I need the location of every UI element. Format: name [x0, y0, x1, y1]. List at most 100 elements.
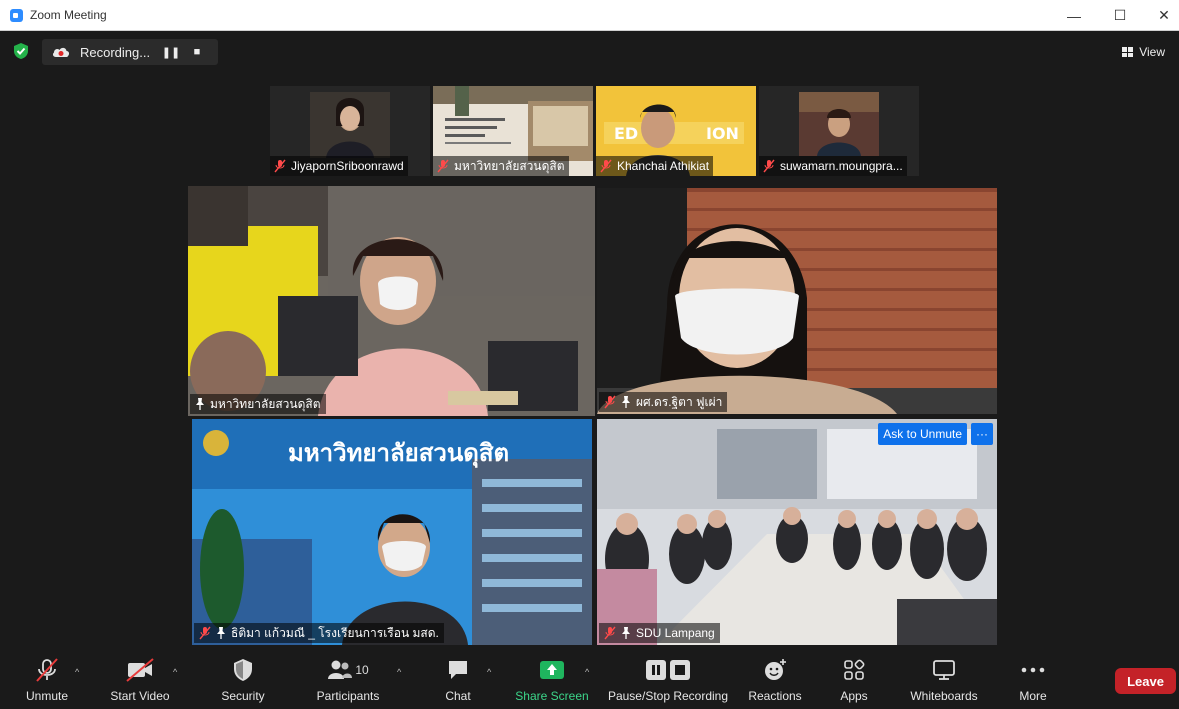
encryption-shield-icon[interactable]	[12, 42, 30, 60]
unmute-button[interactable]: Unmute	[18, 651, 76, 709]
participant-video	[597, 419, 997, 645]
svg-text:ION: ION	[706, 124, 739, 143]
tile-name-label: SDU Lampang	[599, 623, 720, 643]
pin-icon	[622, 396, 630, 408]
mic-muted-icon	[600, 159, 612, 173]
security-label: Security	[221, 689, 265, 703]
chat-bubble-icon	[449, 661, 467, 679]
pause-stop-recording-button[interactable]: Pause/Stop Recording	[606, 651, 730, 709]
maximize-button[interactable]: ☐	[1097, 0, 1143, 31]
participant-video	[188, 186, 595, 416]
tile-more-options-button[interactable]: ···	[971, 423, 993, 445]
participants-button[interactable]: 10 Participants	[312, 651, 384, 709]
participant-name: Khanchai Athikiat	[617, 159, 710, 173]
mic-muted-icon	[274, 159, 286, 173]
thumbnail-tile[interactable]: มหาวิทยาลัยสวนดุสิต	[433, 86, 593, 176]
pin-icon	[196, 398, 204, 410]
svg-text:ED: ED	[614, 124, 638, 143]
whiteboards-button[interactable]: Whiteboards	[902, 651, 986, 709]
participant-video	[597, 188, 997, 414]
whiteboard-icon	[933, 660, 955, 680]
video-camera-off-icon	[126, 658, 154, 682]
ask-to-unmute-button[interactable]: Ask to Unmute	[878, 423, 967, 445]
mic-muted-icon	[199, 626, 211, 640]
chat-options-caret[interactable]: ^	[487, 667, 491, 677]
microphone-muted-icon	[36, 658, 58, 682]
participant-name: ผศ.ดร.ฐิตา ฟูเผ่า	[636, 394, 723, 409]
view-button[interactable]: View	[1116, 41, 1171, 63]
zoom-app-icon	[10, 9, 23, 22]
tile-name-label: มหาวิทยาลัยสวนดุสิต	[190, 394, 326, 414]
pause-stop-recording-label: Pause/Stop Recording	[607, 689, 729, 703]
meeting-top-strip: Recording... ❚❚ ■ View	[0, 31, 1179, 71]
apps-label: Apps	[840, 689, 868, 703]
video-tile[interactable]: มหาวิทยาลัยสวนดุสิต ธิติมา แก้วมณี _ โรง…	[192, 419, 592, 645]
cloud-recording-icon	[52, 47, 70, 57]
mic-muted-icon	[604, 626, 616, 640]
window-title: Zoom Meeting	[30, 8, 107, 22]
thumbnail-tile[interactable]: JiyapornSriboonrawd	[270, 86, 430, 176]
participants-options-caret[interactable]: ^	[397, 667, 401, 677]
participants-label: Participants	[316, 689, 380, 703]
participant-name: มหาวิทยาลัยสวนดุสิต	[454, 158, 565, 173]
participant-name: JiyapornSriboonrawd	[291, 159, 404, 173]
recording-label: Recording...	[80, 44, 151, 60]
video-tile[interactable]: Ask to Unmute ··· SDU Lampang	[597, 419, 997, 645]
more-dots-icon	[1021, 667, 1045, 673]
view-label: View	[1139, 45, 1165, 59]
unmute-label: Unmute	[25, 689, 69, 703]
more-button[interactable]: More	[1012, 651, 1054, 709]
share-screen-icon	[540, 661, 564, 679]
pause-stop-recording-icon	[646, 660, 690, 680]
pin-icon	[217, 627, 225, 639]
pin-icon	[622, 627, 630, 639]
leave-meeting-button[interactable]: Leave	[1115, 668, 1176, 694]
title-bar: Zoom Meeting — ☐ ✕	[0, 0, 1179, 31]
mic-muted-icon	[763, 159, 775, 173]
thumbnail-name-label: JiyapornSriboonrawd	[270, 156, 408, 176]
recording-indicator: Recording... ❚❚ ■	[42, 39, 218, 65]
thumbnail-tile[interactable]: suwamarn.moungpra...	[759, 86, 919, 176]
participants-count: 10	[355, 663, 369, 677]
stop-recording-button[interactable]: ■	[184, 39, 210, 65]
reactions-button[interactable]: Reactions	[744, 651, 806, 709]
start-video-label: Start Video	[110, 689, 170, 703]
apps-button[interactable]: Apps	[834, 651, 874, 709]
video-tile-active-speaker[interactable]: มหาวิทยาลัยสวนดุสิต	[188, 186, 595, 416]
share-screen-button[interactable]: Share Screen	[512, 651, 592, 709]
close-window-button[interactable]: ✕	[1141, 0, 1179, 31]
share-screen-label: Share Screen	[515, 689, 589, 703]
tile-banner-text: มหาวิทยาลัยสวนดุสิต	[288, 439, 510, 467]
video-options-caret[interactable]: ^	[173, 667, 177, 677]
security-shield-icon	[234, 659, 252, 681]
thumbnail-tile[interactable]: ED ION Khanchai Athikiat	[596, 86, 756, 176]
tile-name-label: ผศ.ดร.ฐิตา ฟูเผ่า	[599, 392, 728, 412]
video-stage: Recording... ❚❚ ■ View JiyapornSriboonra…	[0, 31, 1179, 651]
chat-button[interactable]: Chat	[436, 651, 480, 709]
grid-view-icon	[1122, 47, 1134, 57]
video-tile[interactable]: ผศ.ดร.ฐิตา ฟูเผ่า	[597, 188, 997, 414]
more-label: More	[1019, 689, 1047, 703]
pause-recording-button[interactable]: ❚❚	[158, 39, 184, 65]
start-video-button[interactable]: Start Video	[104, 651, 176, 709]
thumbnail-name-label: suwamarn.moungpra...	[759, 156, 907, 176]
whiteboards-label: Whiteboards	[910, 689, 978, 703]
reactions-smiley-icon	[765, 659, 786, 680]
participant-name: SDU Lampang	[636, 626, 715, 640]
share-options-caret[interactable]: ^	[585, 667, 589, 677]
participant-name: suwamarn.moungpra...	[780, 159, 903, 173]
thumbnail-name-label: มหาวิทยาลัยสวนดุสิต	[433, 156, 569, 176]
meeting-toolbar: Unmute ^ Start Video ^ Security 10 Parti…	[0, 651, 1179, 709]
chat-label: Chat	[445, 689, 471, 703]
tile-name-label: ธิติมา แก้วมณี _ โรงเรียนการเรือน มสด.	[194, 623, 444, 643]
mic-muted-icon	[604, 395, 616, 409]
participant-name: ธิติมา แก้วมณี _ โรงเรียนการเรือน มสด.	[231, 625, 439, 640]
apps-icon	[844, 659, 865, 680]
mic-muted-icon	[437, 159, 449, 173]
reactions-label: Reactions	[748, 689, 802, 703]
participants-icon	[328, 660, 353, 679]
minimize-button[interactable]: —	[1051, 0, 1097, 31]
thumbnail-name-label: Khanchai Athikiat	[596, 156, 714, 176]
audio-options-caret[interactable]: ^	[75, 667, 79, 677]
security-button[interactable]: Security	[212, 651, 274, 709]
